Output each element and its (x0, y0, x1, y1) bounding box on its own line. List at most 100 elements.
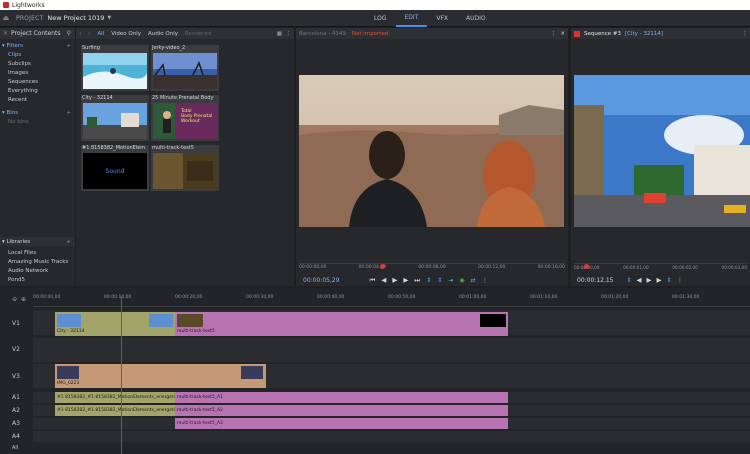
forward-icon[interactable]: › (88, 31, 90, 37)
grid-view-icon[interactable]: ▦ (277, 31, 282, 37)
tab-vfx[interactable]: VFX (427, 10, 457, 27)
clip-tile[interactable]: #1 8158382_MotionElem Sound (81, 145, 149, 191)
close-icon[interactable]: ✕ (560, 31, 565, 37)
timeline-ruler[interactable]: 00:00:00,00 00:00:10,00 00:00:20,00 00:00:3… (33, 295, 750, 307)
track-label-v3[interactable]: V3 (12, 373, 20, 380)
timeline-audio-clip[interactable]: multi-track-test5_A2 (175, 405, 508, 416)
timeline-audio-clip[interactable]: multi-track-test5_A3 (175, 418, 508, 429)
timeline-clip[interactable]: City - 32114 (55, 312, 175, 336)
viewer-status: Not imported (351, 30, 389, 37)
clip-tile[interactable]: Jerky-video_2 (151, 45, 219, 91)
sequence-subtitle: [City - 32114] (625, 30, 664, 37)
timeline-playhead[interactable] (121, 296, 122, 454)
sequence-ruler[interactable]: 00:00:00,0000:00:01,0000:00:02,0000:00:0… (574, 263, 747, 273)
viewer-transport: 00:00:05,29 ⏮ ◀ ▶ ▶ ⏭ ⇕ ⇕ ⇥ ◉ ⇄ ⋮ (296, 274, 568, 286)
insert-icon[interactable]: ⇥ (448, 277, 453, 284)
project-name[interactable]: New Project 1019 (47, 14, 104, 22)
track-label-all[interactable]: All (12, 445, 18, 451)
clip-thumbnail (177, 314, 203, 327)
step-forward-icon[interactable]: ▶ (403, 276, 408, 284)
project-label: PROJECT (16, 14, 44, 22)
library-item-pond5[interactable]: Pond5 (0, 275, 75, 284)
clip-tile[interactable]: 25 Minute Prenatal Body Total Body Prenat… (151, 95, 219, 141)
libraries-header[interactable]: ▾ Libraries + (0, 237, 75, 246)
add-bin-icon[interactable]: + (66, 110, 71, 116)
clip-thumbnail (153, 53, 217, 89)
more-menu-icon[interactable]: ⋮ (286, 31, 292, 37)
library-item-audio-network[interactable]: Audio Network (0, 266, 75, 275)
zoom-out-icon[interactable]: ⊖ (12, 296, 17, 303)
timeline-clip[interactable]: IMG_0223 (55, 364, 266, 388)
sequence-viewer-panel: Sequence #3 [City - 32114] ⋮ 00:00:00,00… (571, 28, 750, 286)
filter-item-everything[interactable]: Everything (0, 86, 75, 95)
track-label-a2[interactable]: A2 (12, 407, 20, 414)
chevron-down-icon[interactable]: ▼ (107, 15, 111, 21)
zoom-in-icon[interactable]: ⊕ (21, 296, 26, 303)
track-label-v1[interactable]: V1 (12, 320, 20, 327)
clip-name: Jerky-video_2 (152, 45, 186, 51)
more-menu-icon[interactable]: ⋮ (742, 31, 748, 37)
filter-item-images[interactable]: Images (0, 68, 75, 77)
filter-item-subclips[interactable]: Subclips (0, 59, 75, 68)
replace-icon[interactable]: ⇄ (471, 277, 476, 284)
window-titlebar: Lightworks (0, 0, 750, 10)
clip-thumbnail (241, 366, 263, 379)
add-library-icon[interactable]: + (66, 239, 71, 245)
clip-tile[interactable]: multi-track-test5 (151, 145, 219, 191)
track-label-a1[interactable]: A1 (12, 394, 20, 401)
clip-tile[interactable]: Surfing (81, 45, 149, 91)
viewer-playhead[interactable] (380, 264, 385, 269)
step-back-icon[interactable]: ◀ (637, 276, 642, 284)
step-forward-icon[interactable]: ▶ (657, 276, 662, 284)
library-item-local-files[interactable]: Local Files (0, 248, 75, 257)
clip-tile[interactable]: City - 32114 (81, 95, 149, 141)
back-icon[interactable]: ‹ (79, 31, 81, 37)
timeline-audio-clip[interactable]: #1 8158382_#1 8158382_MotionElements_ene… (55, 392, 175, 403)
sequence-timecode[interactable]: 00:00:12,15 (577, 277, 614, 284)
sequence-playhead[interactable] (584, 264, 589, 269)
mark-out-icon[interactable]: ⇕ (667, 277, 672, 284)
play-icon[interactable]: ▶ (392, 276, 397, 284)
step-back-icon[interactable]: ◀ (381, 276, 386, 284)
track-label-a3[interactable]: A3 (12, 420, 20, 427)
tab-edit[interactable]: EDIT (395, 10, 428, 27)
timeline-clip-label: IMG_0223 (57, 381, 80, 386)
more-menu-icon[interactable]: ⋮ (482, 276, 489, 284)
search-icon[interactable]: ⚲ (67, 30, 71, 37)
more-menu-icon[interactable]: ⋮ (551, 31, 557, 37)
exit-icon[interactable]: ⏏ (0, 10, 12, 27)
filter-item-sequences[interactable]: Sequences (0, 77, 75, 86)
tab-log[interactable]: LOG (365, 10, 396, 27)
filter-all-button[interactable]: All (97, 31, 104, 37)
mark-in-icon[interactable]: ⇕ (426, 277, 431, 284)
mark-out-icon[interactable]: ⇕ (437, 277, 442, 284)
track-label-a4[interactable]: A4 (12, 433, 20, 440)
track-label-v2[interactable]: V2 (12, 346, 20, 353)
filter-video-only-button[interactable]: Video Only (111, 31, 141, 37)
mark-in-icon[interactable]: ⇕ (627, 277, 632, 284)
filter-rendered-button[interactable]: Rendered (185, 31, 211, 37)
more-menu-icon[interactable]: ⋮ (677, 276, 684, 284)
bins-header[interactable]: ▾ Bins + (0, 108, 75, 117)
sequence-title: Sequence #3 (584, 30, 621, 37)
go-to-end-icon[interactable]: ⏭ (414, 276, 420, 285)
timeline-audio-clip[interactable]: #1 8158382_#1 8158382_MotionElements_ene… (55, 405, 175, 416)
filter-item-recent[interactable]: Recent (0, 95, 75, 104)
filter-audio-only-button[interactable]: Audio Only (148, 31, 178, 37)
library-item-amazing-music-tracks[interactable]: Amazing Music Tracks (0, 257, 75, 266)
go-to-start-icon[interactable]: ⏮ (370, 276, 376, 285)
record-indicator-icon (574, 30, 580, 37)
viewer-ruler[interactable]: 00:00:00,00 00:00:04,00 00:00:08,00 00:00:1… (299, 263, 565, 273)
timeline-clip[interactable]: multi-track-test5 (175, 312, 508, 336)
close-icon[interactable]: ✕ (3, 30, 8, 37)
filters-title: Filters (6, 42, 24, 49)
tab-audio[interactable]: AUDIO (457, 10, 495, 27)
viewer-timecode[interactable]: 00:00:05,29 (303, 277, 340, 284)
timeline-audio-clip[interactable]: multi-track-test5_A1 (175, 392, 508, 403)
overwrite-icon[interactable]: ◉ (459, 277, 464, 284)
libraries-title: Libraries (6, 238, 31, 245)
add-filter-icon[interactable]: + (66, 43, 71, 49)
filter-item-clips[interactable]: Clips (0, 50, 75, 59)
play-icon[interactable]: ▶ (647, 276, 652, 284)
filters-header[interactable]: ▾ Filters + (0, 41, 75, 50)
